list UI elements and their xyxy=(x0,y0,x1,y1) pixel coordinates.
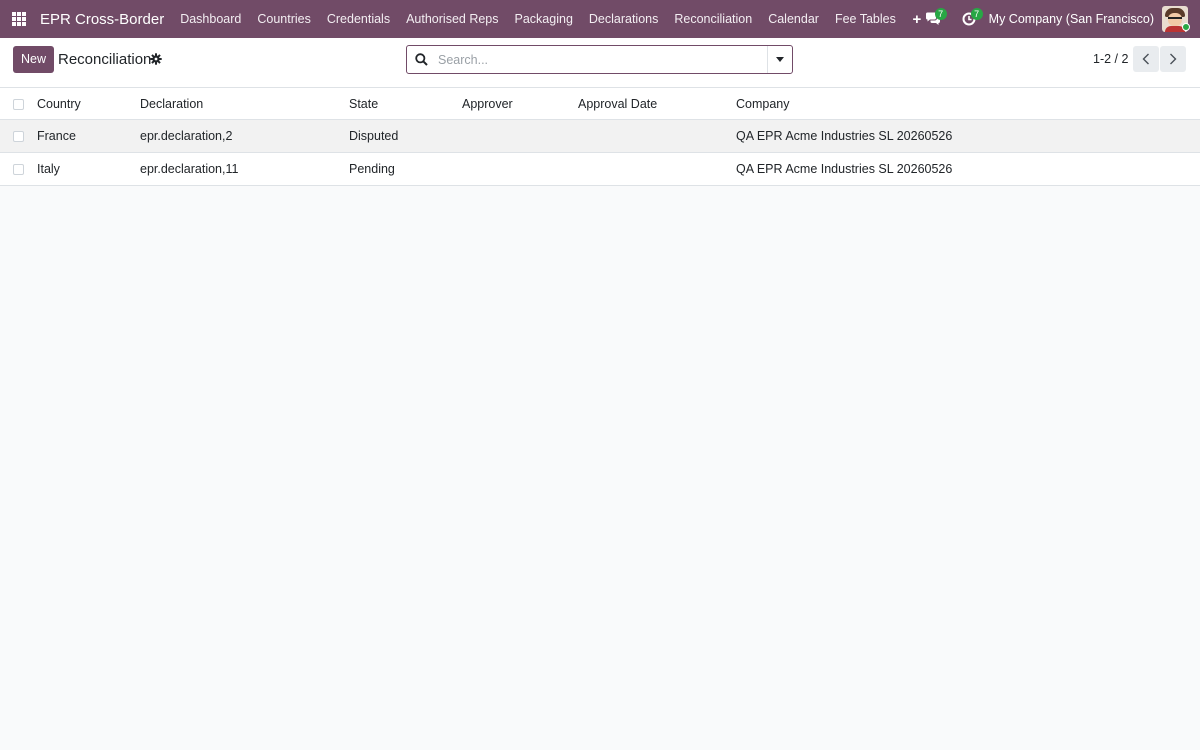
messages-count-badge: 7 xyxy=(934,8,947,20)
messages-button[interactable]: 7 xyxy=(915,0,951,38)
list-view: Country Declaration State Approver Appro… xyxy=(0,88,1200,186)
caret-down-icon xyxy=(776,57,784,62)
cell-declaration: epr.declaration,2 xyxy=(140,129,233,143)
menu-item-declarations[interactable]: Declarations xyxy=(581,0,666,38)
menu-item-dashboard[interactable]: Dashboard xyxy=(172,0,249,38)
table-row[interactable]: Italy epr.declaration,11 Pending QA EPR … xyxy=(0,153,1200,186)
new-button[interactable]: New xyxy=(13,46,55,73)
menu-item-reconciliation[interactable]: Reconciliation xyxy=(666,0,760,38)
apps-menu-icon[interactable] xyxy=(0,0,38,38)
cell-company: QA EPR Acme Industries SL 20260526 xyxy=(736,129,953,143)
cell-company: QA EPR Acme Industries SL 20260526 xyxy=(736,162,953,176)
cell-state: Disputed xyxy=(349,129,399,143)
column-header-approval-date[interactable]: Approval Date xyxy=(578,88,657,119)
menu-item-countries[interactable]: Countries xyxy=(249,0,319,38)
top-navbar: EPR Cross-Border Dashboard Countries Cre… xyxy=(0,0,1200,38)
menu-item-calendar[interactable]: Calendar xyxy=(760,0,827,38)
cell-country: Italy xyxy=(37,162,60,176)
gear-icon[interactable] xyxy=(150,53,162,65)
column-header-country[interactable]: Country xyxy=(37,88,81,119)
search-bar xyxy=(406,45,793,74)
app-title[interactable]: EPR Cross-Border xyxy=(40,11,164,28)
column-header-state[interactable]: State xyxy=(349,88,378,119)
chevron-left-icon xyxy=(1142,53,1149,65)
systray: 7 7 My Company (San Francisco) xyxy=(915,0,1200,38)
cell-state: Pending xyxy=(349,162,395,176)
menu-item-packaging[interactable]: Packaging xyxy=(507,0,581,38)
table-row[interactable]: France epr.declaration,2 Disputed QA EPR… xyxy=(0,120,1200,153)
column-header-declaration[interactable]: Declaration xyxy=(140,88,203,119)
page-title: Reconciliation xyxy=(58,51,152,68)
main-menu: Dashboard Countries Credentials Authoris… xyxy=(172,0,928,38)
row-checkbox[interactable] xyxy=(13,131,24,142)
menu-item-fee-tables[interactable]: Fee Tables xyxy=(827,0,904,38)
search-icon xyxy=(407,46,435,73)
activities-button[interactable]: 7 xyxy=(951,0,987,38)
company-switcher[interactable]: My Company (San Francisco) xyxy=(989,12,1154,26)
cell-declaration: epr.declaration,11 xyxy=(140,162,239,176)
menu-item-credentials[interactable]: Credentials xyxy=(319,0,398,38)
table-header: Country Declaration State Approver Appro… xyxy=(0,88,1200,120)
menu-item-authorised-reps[interactable]: Authorised Reps xyxy=(398,0,506,38)
search-input[interactable] xyxy=(435,46,767,73)
column-header-approver[interactable]: Approver xyxy=(462,88,513,119)
activities-count-badge: 7 xyxy=(970,8,983,20)
pager-value[interactable]: 1-2 / 2 xyxy=(1093,52,1128,66)
column-header-company[interactable]: Company xyxy=(736,88,790,119)
online-status-indicator xyxy=(1182,23,1190,31)
pager-next-button[interactable] xyxy=(1160,46,1186,72)
row-checkbox[interactable] xyxy=(13,164,24,175)
chevron-right-icon xyxy=(1170,53,1177,65)
control-panel: New Reconciliation 1-2 / 2 xyxy=(0,38,1200,88)
cell-country: France xyxy=(37,129,76,143)
select-all-checkbox[interactable] xyxy=(13,98,24,110)
pager-previous-button[interactable] xyxy=(1133,46,1159,72)
search-options-toggle[interactable] xyxy=(767,46,792,73)
